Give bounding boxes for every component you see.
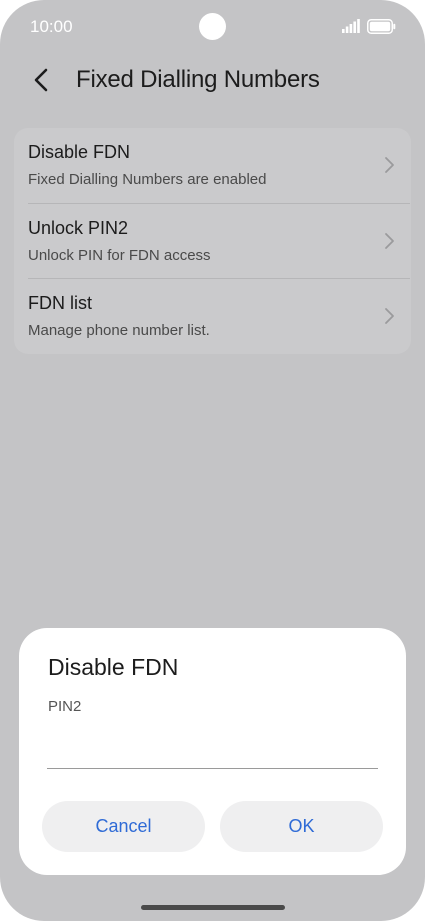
status-time: 10:00	[30, 17, 73, 36]
cancel-button[interactable]: Cancel	[42, 801, 205, 852]
setting-item-title: Disable FDN	[28, 142, 131, 162]
setting-item-subtitle: Unlock PIN for FDN access	[28, 247, 211, 264]
settings-card: Disable FDN Fixed Dialling Numbers are e…	[14, 128, 411, 354]
setting-item-subtitle: Fixed Dialling Numbers are enabled	[28, 171, 267, 188]
camera-cutout-icon	[199, 13, 226, 40]
setting-item-title: Unlock PIN2	[28, 218, 129, 238]
disable-fdn-dialog: Disable FDN PIN2 Cancel OK	[19, 628, 406, 875]
chevron-right-icon	[385, 308, 394, 324]
ok-button[interactable]: OK	[220, 801, 383, 852]
pin2-input[interactable]	[47, 724, 378, 769]
chevron-right-icon	[385, 157, 394, 173]
phone-screen: 10:00 Fixed Dialling Numbers Disable FDN…	[0, 0, 425, 921]
status-bar: 10:00	[0, 0, 425, 54]
setting-item-unlock-pin2[interactable]: Unlock PIN2 Unlock PIN for FDN access	[14, 204, 411, 279]
home-indicator[interactable]	[141, 905, 285, 910]
pin2-field-label: PIN2	[48, 698, 82, 715]
back-chevron-icon[interactable]	[28, 66, 56, 94]
setting-item-subtitle: Manage phone number list.	[28, 322, 210, 339]
battery-icon	[367, 19, 396, 34]
dialog-title: Disable FDN	[48, 654, 179, 680]
chevron-right-icon	[385, 233, 394, 249]
setting-item-disable-fdn[interactable]: Disable FDN Fixed Dialling Numbers are e…	[14, 128, 411, 203]
setting-item-fdn-list[interactable]: FDN list Manage phone number list.	[14, 279, 411, 354]
page-title: Fixed Dialling Numbers	[76, 66, 320, 93]
setting-item-title: FDN list	[28, 293, 92, 313]
signal-icon	[342, 19, 360, 33]
app-bar: Fixed Dialling Numbers	[0, 54, 425, 108]
